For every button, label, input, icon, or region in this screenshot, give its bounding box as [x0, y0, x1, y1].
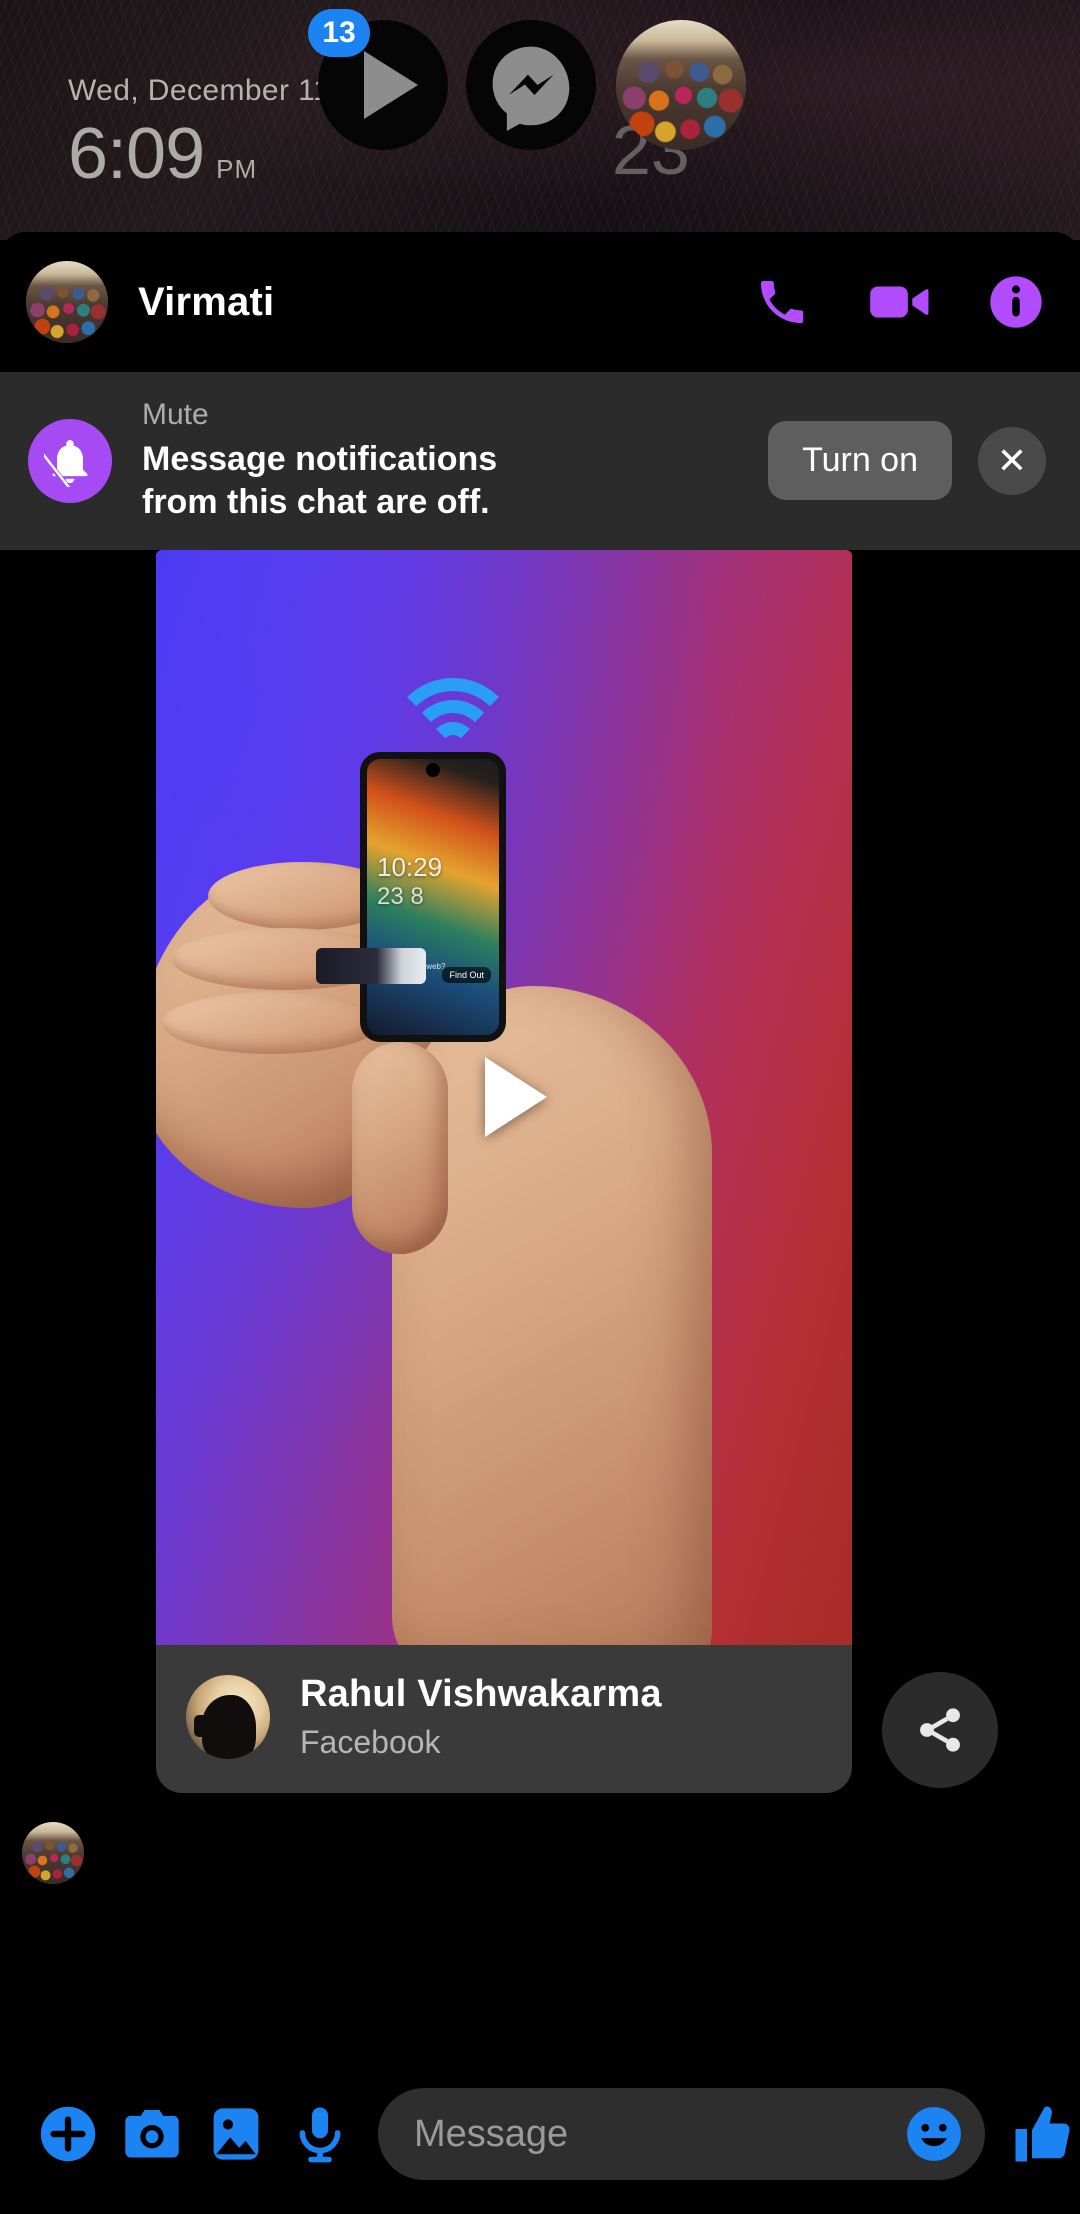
messenger-icon[interactable] [466, 20, 596, 150]
close-icon[interactable]: ✕ [978, 426, 1046, 495]
wallpaper-backdrop: Wed, December 11 6:09 PM 23 13 [0, 0, 1080, 240]
attribution-text: Rahul Vishwakarma Facebook [300, 1673, 662, 1761]
turn-on-notifications-button[interactable]: Turn on [768, 421, 952, 501]
profile-avatar[interactable] [616, 20, 746, 150]
message-thread: 10:29 23 8 Want it on the web? Find Out [0, 549, 1080, 2090]
gallery-button[interactable] [194, 2092, 278, 2176]
lockscreen-time: 6:09 [68, 114, 205, 194]
message-composer [0, 2054, 1080, 2214]
mute-description: Message notifications from this chat are… [142, 440, 498, 521]
play-icon[interactable] [485, 1057, 547, 1138]
bell-slash-icon [28, 418, 112, 503]
inner-phone-cta: Find Out [442, 966, 491, 983]
play-badge-count: 13 [308, 9, 370, 57]
audio-call-button[interactable] [754, 274, 810, 330]
usb-cable [316, 947, 426, 984]
video-call-button[interactable] [868, 274, 930, 330]
chat-header: Virmati [0, 232, 1080, 372]
share-icon[interactable] [882, 1671, 998, 1788]
camera-button[interactable] [110, 2092, 194, 2176]
photographer-avatar [186, 1674, 270, 1759]
attachment-attribution-card[interactable]: Rahul Vishwakarma Facebook [156, 1644, 852, 1793]
chat-avatar[interactable] [26, 261, 108, 343]
page-title: Virmati [138, 279, 275, 324]
mute-label: Mute [142, 398, 209, 431]
header-actions [754, 274, 1044, 330]
attribution-source: Facebook [300, 1723, 441, 1760]
lockscreen-ampm: PM [216, 154, 258, 184]
video-attachment[interactable]: 10:29 23 8 Want it on the web? Find Out [156, 549, 852, 1645]
avatar[interactable] [22, 1821, 84, 1884]
chat-info-button[interactable] [988, 274, 1044, 330]
add-attachment-button[interactable] [26, 2092, 110, 2176]
inner-phone-date: 23 8 [377, 882, 424, 910]
messenger-app-panel: Virmati Mute Message notifications from … [0, 232, 1080, 2214]
message-row: 10:29 23 8 Want it on the web? Find Out [156, 549, 852, 1793]
mute-banner-text: Mute Message notifications from this cha… [142, 398, 768, 524]
messenger-chat-screen: Wed, December 11 6:09 PM 23 13 Virmati M… [0, 0, 1080, 2214]
voice-message-button[interactable] [278, 2092, 362, 2176]
thumbs-up-icon[interactable] [1001, 2092, 1080, 2176]
inner-phone-screen: 10:29 23 8 Want it on the web? Find Out [360, 751, 506, 1042]
lockscreen-date: Wed, December 11 [68, 74, 331, 107]
right-thumb [352, 1041, 448, 1254]
message-input-field[interactable] [378, 2088, 985, 2180]
attribution-name: Rahul Vishwakarma [300, 1672, 662, 1715]
inner-phone-time: 10:29 [377, 851, 443, 882]
search-input[interactable] [414, 2112, 903, 2156]
mute-banner: Mute Message notifications from this cha… [0, 372, 1080, 550]
emoji-smiley-icon[interactable] [903, 2103, 965, 2165]
lockscreen-clock: 6:09 PM [68, 118, 257, 190]
